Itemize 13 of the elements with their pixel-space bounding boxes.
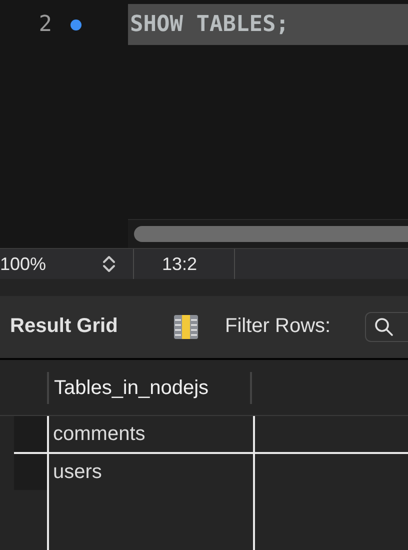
line-number: 2 <box>38 12 52 37</box>
stepper-icon[interactable] <box>102 254 116 274</box>
table-cell: comments <box>47 416 255 452</box>
zoom-level: 100% <box>0 254 48 275</box>
columns-icon[interactable] <box>173 314 199 340</box>
column-header[interactable]: Tables_in_nodejs <box>47 372 252 404</box>
scrollbar-thumb[interactable] <box>134 226 408 242</box>
table-cell: users <box>47 454 255 490</box>
result-grid-label: Result Grid <box>10 315 119 338</box>
search-icon <box>374 316 394 337</box>
cursor-position: 13:2 <box>161 254 198 275</box>
filter-rows-label: Filter Rows: <box>225 315 332 338</box>
search-field[interactable] <box>365 312 408 342</box>
